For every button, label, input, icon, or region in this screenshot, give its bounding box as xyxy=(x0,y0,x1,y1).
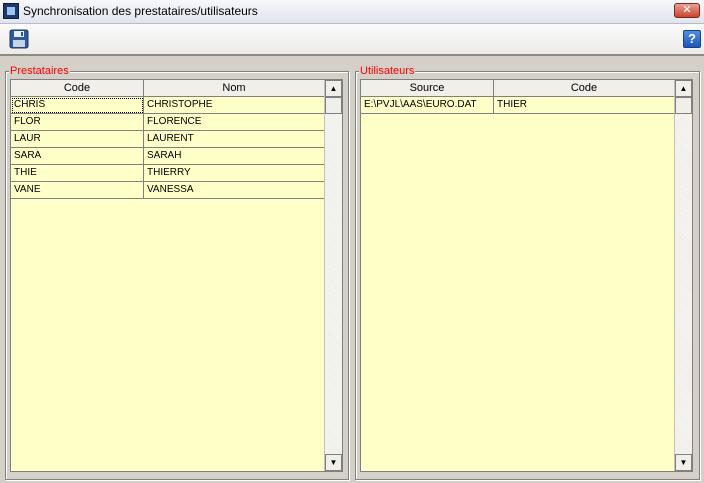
table-cell[interactable]: FLOR xyxy=(11,114,144,131)
table-cell[interactable]: SARAH xyxy=(144,148,325,165)
scroll-thumb[interactable] xyxy=(675,97,692,114)
prestataires-grid[interactable]: Code Nom CHRIS CHRISTOPHE FLOR FLORENCE LAUR… xyxy=(10,79,343,472)
table-cell[interactable]: THIERRY xyxy=(144,165,325,182)
table-cell[interactable]: LAUR xyxy=(11,131,144,148)
scroll-down-button[interactable]: ▼ xyxy=(325,454,342,471)
app-icon xyxy=(3,3,19,19)
table-cell[interactable]: LAURENT xyxy=(144,131,325,148)
scroll-thumb[interactable] xyxy=(325,97,342,114)
column-header-nom[interactable]: Nom xyxy=(144,80,325,97)
table-row[interactable]: VANE VANESSA xyxy=(11,182,325,199)
utilisateurs-rows: E:\PVJL\AAS\EURO.DAT THIER xyxy=(361,97,675,114)
title-bar: Synchronisation des prestataires/utilisa… xyxy=(0,0,704,24)
floppy-disk-icon[interactable] xyxy=(9,29,29,49)
column-header-code[interactable]: Code xyxy=(11,80,144,97)
table-cell[interactable]: FLORENCE xyxy=(144,114,325,131)
toolbar: ? xyxy=(0,24,704,56)
prestataires-header: Code Nom xyxy=(11,80,325,97)
column-header-code[interactable]: Code xyxy=(494,80,675,97)
scroll-down-button[interactable]: ▼ xyxy=(675,454,692,471)
scroll-up-button[interactable]: ▲ xyxy=(325,80,342,97)
utilisateurs-grid[interactable]: Source Code E:\PVJL\AAS\EURO.DAT THIER ▲ … xyxy=(360,79,693,472)
table-cell[interactable]: VANE xyxy=(11,182,144,199)
column-header-source[interactable]: Source xyxy=(361,80,494,97)
table-cell[interactable]: VANESSA xyxy=(144,182,325,199)
utilisateurs-legend: Utilisateurs xyxy=(359,65,416,77)
table-row[interactable]: CHRIS CHRISTOPHE xyxy=(11,97,325,114)
table-row[interactable]: FLOR FLORENCE xyxy=(11,114,325,131)
table-cell[interactable]: CHRISTOPHE xyxy=(144,97,325,114)
table-cell[interactable]: SARA xyxy=(11,148,144,165)
table-row[interactable]: E:\PVJL\AAS\EURO.DAT THIER xyxy=(361,97,675,114)
prestataires-scrollbar[interactable]: ▲ ▼ xyxy=(324,80,342,471)
help-icon[interactable]: ? xyxy=(683,30,701,48)
table-cell[interactable]: E:\PVJL\AAS\EURO.DAT xyxy=(361,97,494,114)
utilisateurs-header: Source Code xyxy=(361,80,675,97)
utilisateurs-scrollbar[interactable]: ▲ ▼ xyxy=(674,80,692,471)
table-row[interactable]: LAUR LAURENT xyxy=(11,131,325,148)
table-cell[interactable]: THIER xyxy=(494,97,675,114)
prestataires-legend: Prestataires xyxy=(9,65,70,77)
table-cell[interactable]: CHRIS xyxy=(11,97,144,114)
scroll-up-button[interactable]: ▲ xyxy=(675,80,692,97)
table-row[interactable]: SARA SARAH xyxy=(11,148,325,165)
table-row[interactable]: THIE THIERRY xyxy=(11,165,325,182)
window-title: Synchronisation des prestataires/utilisa… xyxy=(23,4,258,18)
table-cell[interactable]: THIE xyxy=(11,165,144,182)
close-button[interactable]: ✕ xyxy=(674,3,700,18)
prestataires-rows: CHRIS CHRISTOPHE FLOR FLORENCE LAUR LAURENT SA… xyxy=(11,97,325,199)
